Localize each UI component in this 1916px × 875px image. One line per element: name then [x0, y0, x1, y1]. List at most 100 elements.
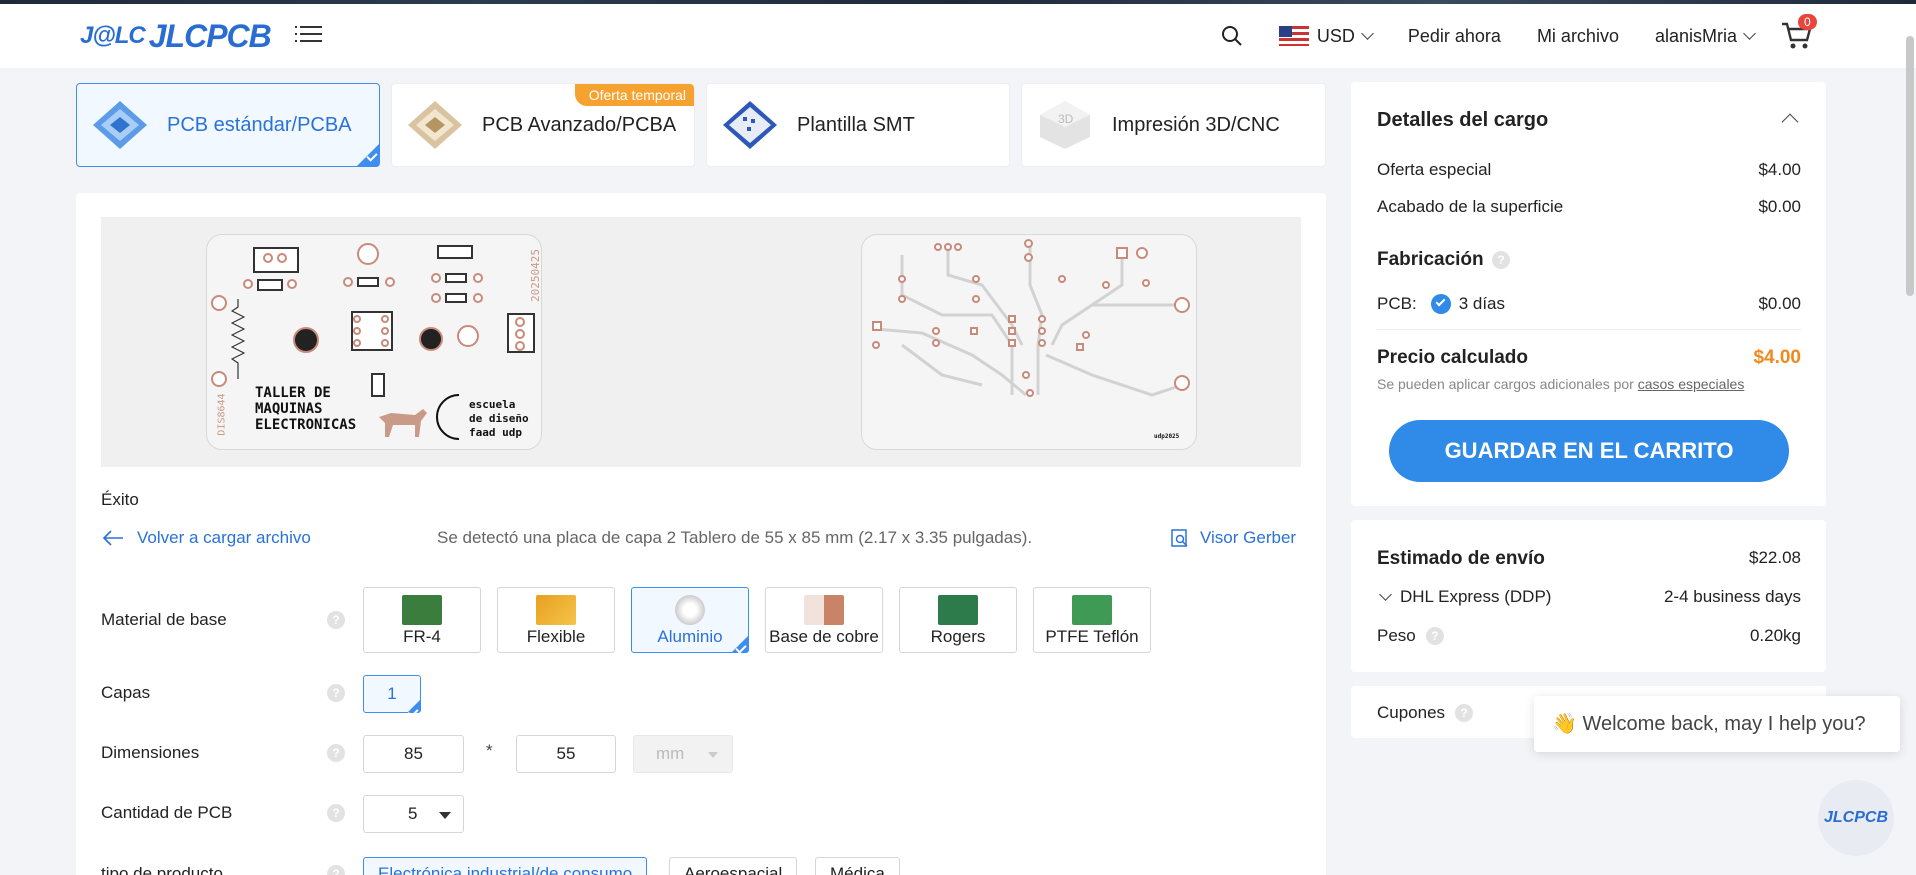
- menu-icon[interactable]: [295, 26, 322, 46]
- advanced-pcb-icon: [404, 97, 466, 153]
- user-menu[interactable]: alanisMria: [1654, 25, 1756, 47]
- chevron-down-icon: [1379, 587, 1392, 601]
- charge-row-finish: Acabado de la superficie $0.00: [1377, 197, 1801, 216]
- material-option-copper[interactable]: Base de cobre: [765, 587, 883, 653]
- page-scrollbar[interactable]: [1906, 36, 1914, 296]
- shipping-row-carrier[interactable]: DHL Express (DDP) 2-4 business days: [1377, 587, 1801, 607]
- svg-text:3D: 3D: [1058, 112, 1074, 126]
- tab-standard-pcb[interactable]: PCB estándar/PCBA: [76, 83, 380, 167]
- tab-label: PCB Avanzado/PCBA: [482, 113, 677, 136]
- tab-3d-print[interactable]: 3D Impresión 3D/CNC: [1021, 83, 1326, 167]
- dimensions-label: Dimensiones: [101, 743, 200, 762]
- help-icon[interactable]: ?: [327, 684, 345, 702]
- cart-icon[interactable]: 0: [1780, 14, 1817, 54]
- charges-title: Detalles del cargo: [1377, 109, 1549, 131]
- order-now-link[interactable]: Pedir ahora: [1408, 26, 1501, 47]
- tab-label: PCB estándar/PCBA: [167, 113, 352, 136]
- product-type-aerospace[interactable]: Aeroespacial: [669, 857, 798, 875]
- help-icon[interactable]: ?: [327, 804, 345, 822]
- dimension-height-input[interactable]: 55: [516, 735, 616, 773]
- chevron-down-icon: [1743, 27, 1756, 40]
- logo-mark: J@LC: [80, 22, 146, 49]
- promo-badge: Oferta temporal: [574, 84, 694, 106]
- help-icon[interactable]: ?: [1425, 627, 1444, 645]
- product-type-medical[interactable]: Médica: [815, 857, 900, 875]
- username: alanisMria: [1654, 25, 1737, 46]
- qty-label: Cantidad de PCB: [101, 803, 233, 822]
- header-nav: USD Pedir ahora Mi archivo alanisMria: [1221, 4, 1826, 68]
- dimension-unit-select[interactable]: mm: [633, 735, 733, 773]
- layers-label: Capas: [101, 683, 151, 702]
- qty-select[interactable]: 5: [363, 795, 464, 833]
- standard-pcb-icon: [89, 97, 151, 153]
- detect-text: Se detectó una placa de capa 2 Tablero d…: [437, 528, 1033, 547]
- gerber-viewer-link[interactable]: Visor Gerber: [1170, 528, 1296, 548]
- check-circle-icon: [1430, 294, 1451, 314]
- selected-check-icon: [408, 700, 420, 712]
- gerber-label: Visor Gerber: [1200, 528, 1297, 547]
- product-type-label: tipo de producto: [101, 864, 223, 875]
- currency-selector[interactable]: USD: [1278, 25, 1374, 47]
- charge-row-special: Oferta especial $4.00: [1377, 160, 1801, 179]
- save-to-cart-button[interactable]: GUARDAR EN EL CARRITO: [1389, 420, 1789, 482]
- chat-greeting[interactable]: 👋 Welcome back, may I help you?: [1534, 696, 1900, 752]
- my-files-link[interactable]: Mi archivo: [1537, 26, 1619, 47]
- search-icon[interactable]: [1221, 25, 1243, 47]
- tab-label: Plantilla SMT: [797, 113, 915, 136]
- pcb-top-view: TALLER DE MAQUINAS ELECTRONICAS escuela …: [206, 234, 542, 450]
- product-type-industrial[interactable]: Electrónica industrial/de consumo: [363, 857, 648, 875]
- help-icon[interactable]: ?: [1455, 704, 1474, 722]
- help-icon[interactable]: ?: [327, 744, 345, 762]
- arrow-left-icon: [102, 530, 123, 546]
- material-label: Material de base: [101, 610, 227, 629]
- fr4-icon: [402, 595, 442, 625]
- material-option-fr4[interactable]: FR-4: [363, 587, 481, 653]
- copper-icon: [804, 595, 844, 625]
- site-header: J@LC JLCPCB USD Pedir ahora Mi archivo a…: [0, 4, 1916, 68]
- divider: [1377, 329, 1801, 330]
- flexible-icon: [536, 595, 576, 625]
- tab-label: Impresión 3D/CNC: [1112, 113, 1280, 136]
- jlcpcb-logo[interactable]: J@LC JLCPCB: [80, 17, 272, 54]
- chat-launcher-button[interactable]: JLCPCB: [1818, 780, 1894, 856]
- help-icon[interactable]: ?: [1492, 251, 1510, 269]
- dimension-width-input[interactable]: 85: [363, 735, 464, 773]
- material-option-aluminum[interactable]: Aluminio: [631, 587, 749, 653]
- dimension-times: *: [486, 741, 493, 760]
- reupload-link[interactable]: Volver a cargar archivo: [101, 528, 311, 548]
- smt-stencil-icon: [719, 97, 781, 153]
- caret-down-icon: [708, 752, 718, 758]
- shipping-row-weight: Peso ? 0.20kg: [1377, 626, 1801, 645]
- upload-status: Éxito: [101, 490, 139, 509]
- ptfe-icon: [1072, 595, 1112, 625]
- layers-option-1[interactable]: 1: [363, 675, 421, 713]
- charges-note: Se pueden aplicar cargos adicionales por…: [1377, 376, 1745, 392]
- selected-check-icon: [732, 636, 748, 652]
- coupons-row[interactable]: Cupones ?: [1377, 703, 1474, 723]
- selected-check-icon: [357, 144, 379, 166]
- shipping-row-title: Estimado de envío $22.08: [1377, 548, 1801, 569]
- silk-title: TALLER DE MAQUINAS ELECTRONICAS: [255, 385, 357, 433]
- silk-date: 20250425: [528, 249, 542, 302]
- special-cases-link[interactable]: casos especiales: [1638, 376, 1745, 392]
- wave-icon: 👋: [1552, 713, 1577, 735]
- help-icon[interactable]: ?: [327, 611, 345, 629]
- silk-back: udp2025: [1154, 433, 1180, 440]
- us-flag-icon: [1278, 26, 1309, 46]
- rogers-icon: [938, 595, 978, 625]
- pcb-bottom-view: udp2025: [861, 234, 1197, 450]
- caret-down-icon: [439, 812, 451, 819]
- currency-label: USD: [1316, 25, 1355, 46]
- calculated-price-row: Precio calculado $4.00: [1377, 347, 1801, 368]
- tab-advanced-pcb[interactable]: PCB Avanzado/PCBA Oferta temporal: [391, 83, 695, 167]
- material-option-rogers[interactable]: Rogers: [899, 587, 1017, 653]
- tab-smt-stencil[interactable]: Plantilla SMT: [706, 83, 1010, 167]
- material-option-ptfe[interactable]: PTFE Teflón: [1033, 587, 1151, 653]
- silk-school: escuela de diseño faad udp: [469, 398, 529, 439]
- logo-name: JLCPCB: [148, 17, 272, 54]
- material-option-flexible[interactable]: Flexible: [497, 587, 615, 653]
- aluminum-icon: [675, 595, 705, 625]
- chevron-down-icon: [1361, 27, 1374, 40]
- gerber-preview: TALLER DE MAQUINAS ELECTRONICAS escuela …: [101, 217, 1301, 467]
- silk-code: DIS8644: [216, 393, 228, 436]
